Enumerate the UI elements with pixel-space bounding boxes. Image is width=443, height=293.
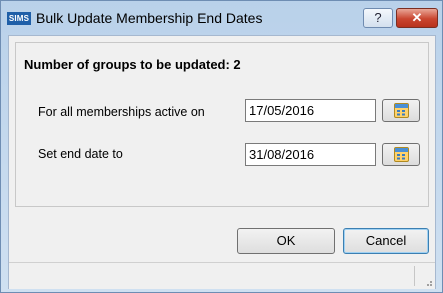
ok-button[interactable]: OK bbox=[237, 228, 335, 254]
close-button[interactable]: ✕ bbox=[396, 8, 438, 28]
dialog-window: SIMS Bulk Update Membership End Dates ? … bbox=[0, 0, 443, 293]
end-date-input[interactable] bbox=[245, 143, 376, 166]
cancel-button[interactable]: Cancel bbox=[343, 228, 429, 254]
close-icon: ✕ bbox=[411, 10, 423, 25]
end-date-calendar-button[interactable] bbox=[382, 143, 420, 166]
end-date-label: Set end date to bbox=[38, 147, 123, 161]
active-on-date-input[interactable] bbox=[245, 99, 376, 122]
window-title: Bulk Update Membership End Dates bbox=[36, 10, 263, 26]
sims-logo-icon: SIMS bbox=[7, 12, 31, 25]
options-panel: Number of groups to be updated: 2 For al… bbox=[15, 42, 429, 207]
groups-count-heading: Number of groups to be updated: 2 bbox=[24, 57, 241, 72]
title-bar[interactable]: SIMS Bulk Update Membership End Dates ? … bbox=[1, 1, 442, 35]
active-on-label: For all memberships active on bbox=[38, 105, 205, 119]
help-icon: ? bbox=[374, 10, 382, 25]
help-button[interactable]: ? bbox=[363, 8, 393, 28]
status-bar-divider bbox=[414, 266, 415, 286]
dialog-body: Number of groups to be updated: 2 For al… bbox=[8, 35, 436, 289]
active-on-calendar-button[interactable] bbox=[382, 99, 420, 122]
resize-grip-icon[interactable] bbox=[423, 277, 433, 287]
calendar-icon bbox=[394, 103, 409, 118]
status-bar bbox=[9, 262, 435, 289]
calendar-icon bbox=[394, 147, 409, 162]
